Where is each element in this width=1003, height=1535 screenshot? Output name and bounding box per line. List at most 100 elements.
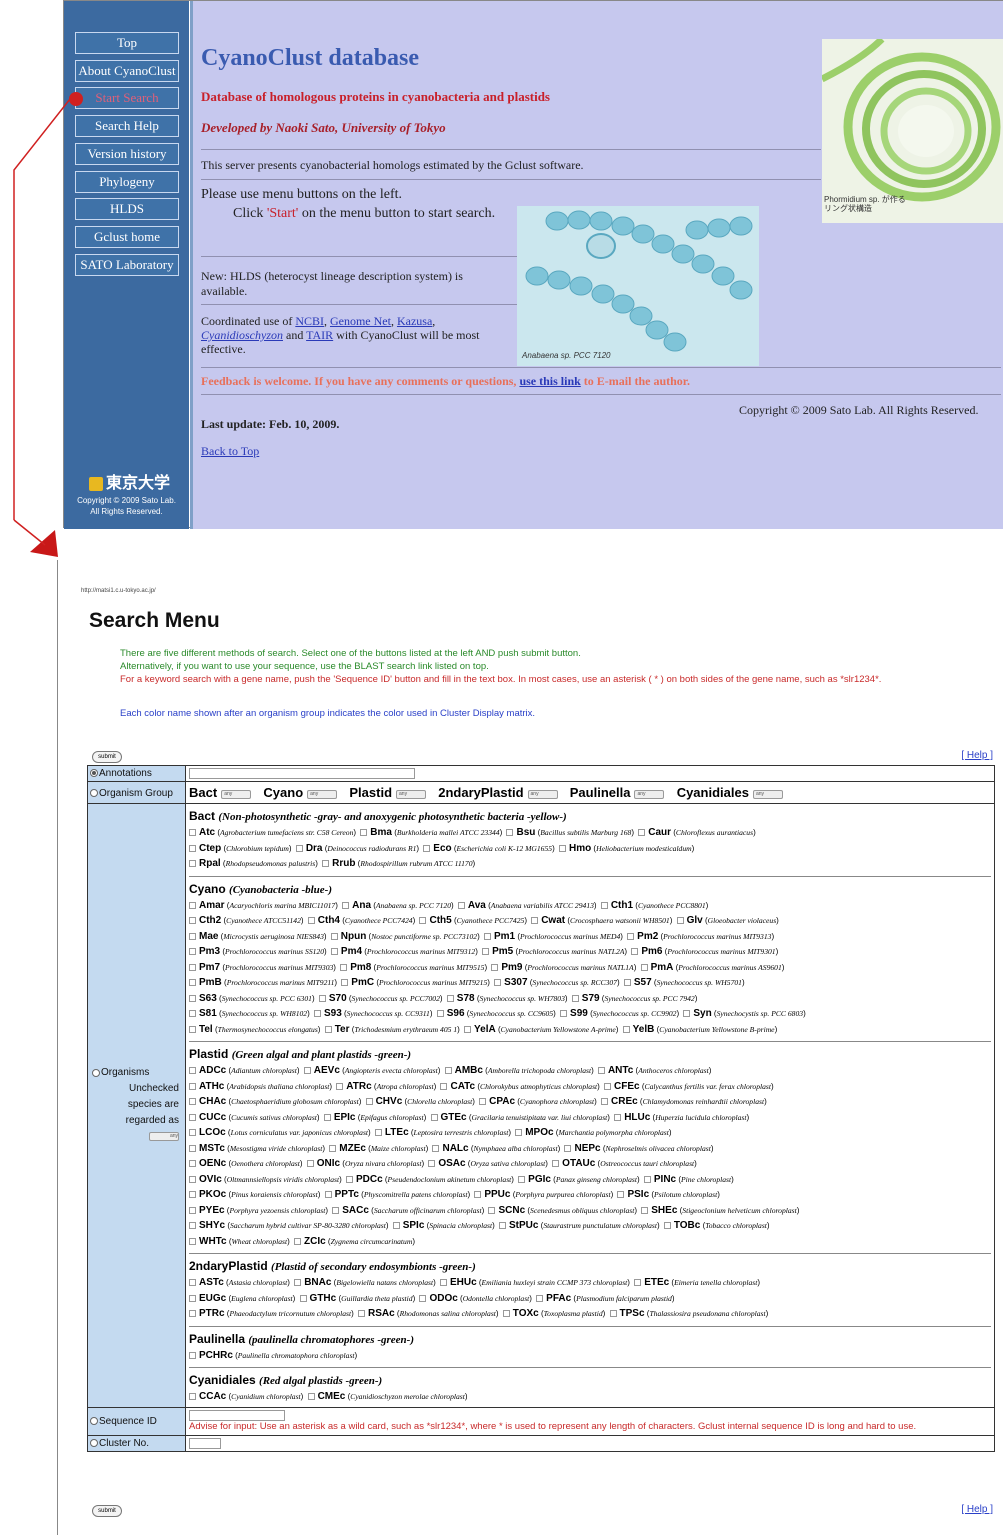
organism-checkbox[interactable] [484,932,491,940]
organism-checkbox[interactable] [531,917,539,925]
unchecked-select[interactable]: any [149,1132,179,1142]
organism-checkbox[interactable] [329,1144,337,1152]
organism-checkbox[interactable] [444,1067,452,1075]
organism-checkbox[interactable] [536,1294,544,1302]
organism-checkbox[interactable] [623,979,631,987]
organism-checkbox[interactable] [324,1191,332,1199]
organism-checkbox[interactable] [189,1237,196,1245]
organism-checkbox[interactable] [558,844,566,852]
organism-checkbox[interactable] [324,1025,332,1033]
organism-checkbox[interactable] [446,994,454,1002]
sidebar-button-search-help[interactable]: Search Help [75,115,179,137]
sidebar-button-top[interactable]: Top [75,32,179,54]
organism-checkbox[interactable] [502,1310,510,1318]
cyanidioschyzon-link[interactable]: Cyanidioschyzon [201,328,283,342]
group-cyanidiales-select[interactable]: any [752,790,783,800]
organism-checkbox[interactable] [189,1129,196,1137]
organism-checkbox[interactable] [440,1082,448,1090]
organism-checkbox[interactable] [683,1010,691,1018]
sidebar-button-gclust-home[interactable]: Gclust home [75,226,179,248]
organism-checkbox[interactable] [518,1175,526,1183]
organism-checkbox[interactable] [464,1025,472,1033]
organism-checkbox[interactable] [428,1160,436,1168]
organism-checkbox[interactable] [189,1113,196,1121]
sequence-id-radio[interactable] [90,1416,98,1425]
organism-checkbox[interactable] [627,932,635,940]
organism-checkbox[interactable] [189,1025,196,1033]
sidebar-button-version-history[interactable]: Version history [75,143,179,165]
organism-checkbox[interactable] [614,1113,622,1121]
organism-checkbox[interactable] [491,963,499,971]
organism-checkbox[interactable] [622,1025,630,1033]
organism-checkbox[interactable] [189,1191,196,1199]
organism-checkbox[interactable] [189,901,196,909]
sidebar-button-hlds[interactable]: HLDS [75,198,179,220]
annotations-radio[interactable] [90,769,98,778]
organism-checkbox[interactable] [342,901,350,909]
organism-checkbox[interactable] [299,1294,307,1302]
organism-checkbox[interactable] [457,901,465,909]
organism-checkbox[interactable] [432,1144,440,1152]
organism-checkbox[interactable] [189,1294,196,1302]
organism-checkbox[interactable] [189,1067,196,1075]
organism-checkbox[interactable] [336,1082,344,1090]
organism-checkbox[interactable] [189,1144,196,1152]
organism-checkbox[interactable] [515,1129,523,1137]
organism-checkbox[interactable] [189,963,196,971]
organism-checkbox[interactable] [189,1393,196,1401]
organism-checkbox[interactable] [189,994,196,1002]
organism-checkbox[interactable] [419,1294,427,1302]
organism-checkbox[interactable] [189,917,196,925]
organism-checkbox[interactable] [294,1279,302,1287]
organism-checkbox[interactable] [597,1067,605,1075]
group-2ndaryplastid-select[interactable]: any [527,790,558,800]
organism-checkbox[interactable] [609,1310,617,1318]
ncbi-link[interactable]: NCBI [295,314,324,328]
organism-checkbox[interactable] [332,1206,340,1214]
organism-checkbox[interactable] [306,1160,314,1168]
organism-checkbox[interactable] [436,1010,444,1018]
organism-checkbox[interactable] [323,1113,331,1121]
organism-checkbox[interactable] [498,1222,506,1230]
back-to-top-link[interactable]: Back to Top [201,444,259,459]
organism-checkbox[interactable] [340,963,348,971]
organism-checkbox[interactable] [189,844,196,852]
organism-checkbox[interactable] [360,829,368,837]
organisms-radio[interactable] [92,1068,100,1077]
annotations-input[interactable] [189,768,415,779]
organism-checkbox[interactable] [189,1351,196,1359]
organism-checkbox[interactable] [474,1191,482,1199]
organism-checkbox[interactable] [307,1393,315,1401]
organism-checkbox[interactable] [392,1222,400,1230]
organism-checkbox[interactable] [482,948,490,956]
organism-checkbox[interactable] [663,1222,671,1230]
tair-link[interactable]: TAIR [306,328,333,342]
organism-checkbox[interactable] [307,917,315,925]
organism-checkbox[interactable] [494,979,502,987]
cluster-no-input[interactable] [189,1437,221,1449]
organism-checkbox[interactable] [641,1206,649,1214]
help-link[interactable]: [ Help ] [961,750,993,761]
organism-checkbox[interactable] [488,1206,496,1214]
group-bact-select[interactable]: any [221,790,252,800]
organism-checkbox[interactable] [318,994,326,1002]
organism-checkbox[interactable] [189,1010,196,1018]
sidebar-button-phylogeny[interactable]: Phylogeny [75,171,179,193]
organism-checkbox[interactable] [189,1175,196,1183]
organism-checkbox[interactable] [341,979,349,987]
organism-checkbox[interactable] [189,1082,196,1090]
organism-checkbox[interactable] [189,1206,196,1214]
organism-checkbox[interactable] [552,1160,560,1168]
organism-checkbox[interactable] [189,948,196,956]
organism-checkbox[interactable] [631,948,639,956]
sidebar-button-sato-lab[interactable]: SATO Laboratory [75,254,179,276]
sidebar-button-start-search[interactable]: Start Search [75,87,179,109]
organism-checkbox[interactable] [345,1175,353,1183]
organism-checkbox[interactable] [295,844,303,852]
organism-checkbox[interactable] [506,829,514,837]
organism-checkbox[interactable] [634,1279,642,1287]
organism-checkbox[interactable] [617,1191,625,1199]
organism-checkbox[interactable] [564,1144,572,1152]
organism-checkbox[interactable] [419,917,427,925]
organism-checkbox[interactable] [189,860,196,868]
